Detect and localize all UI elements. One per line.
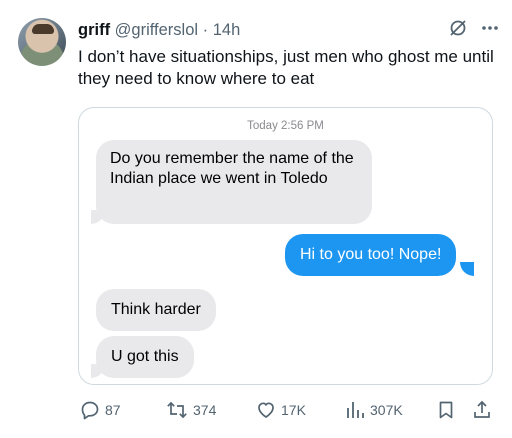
message-bubble-incoming: Think harder — [96, 289, 216, 331]
share-button[interactable] — [472, 398, 492, 422]
author-name[interactable]: griff — [78, 21, 110, 39]
message-bubble-outgoing: Hi to you too! Nope! — [285, 234, 457, 276]
reply-icon — [80, 400, 100, 420]
repost-button[interactable]: 374 — [166, 398, 216, 422]
reply-button[interactable]: 87 — [80, 398, 121, 422]
like-count: 17K — [281, 402, 306, 418]
views-icon — [345, 400, 365, 420]
tweet-time[interactable]: 14h — [213, 21, 241, 39]
bookmark-button[interactable] — [436, 398, 456, 422]
repost-count: 374 — [193, 402, 217, 418]
more-icon[interactable] — [480, 18, 500, 43]
message-bubble-incoming: U got this — [96, 336, 194, 378]
bookmark-icon — [436, 400, 456, 420]
tweet-header: griff @grifferslol · 14h — [78, 20, 240, 40]
reply-count: 87 — [105, 402, 121, 418]
grok-icon[interactable] — [448, 18, 468, 43]
tweet-text: I don’t have situationships, just men wh… — [78, 47, 494, 88]
share-icon — [472, 400, 492, 420]
repost-icon — [166, 400, 188, 420]
tweet-actions: 87 374 17K 307K — [80, 398, 502, 422]
message-bubble-incoming: Do you remember the name of the Indian p… — [96, 140, 372, 224]
avatar[interactable] — [18, 18, 66, 66]
views-button[interactable]: 307K — [345, 398, 403, 422]
separator-dot: · — [202, 21, 209, 39]
chat-screenshot[interactable]: Today 2:56 PM Do you remember the name o… — [78, 107, 493, 385]
views-count: 307K — [370, 402, 403, 418]
author-handle[interactable]: @grifferslol — [115, 21, 198, 39]
chat-timestamp: Today 2:56 PM — [247, 120, 324, 132]
like-icon — [256, 400, 276, 420]
bubble-tail — [460, 262, 474, 276]
like-button[interactable]: 17K — [256, 398, 306, 422]
top-actions — [448, 18, 500, 43]
